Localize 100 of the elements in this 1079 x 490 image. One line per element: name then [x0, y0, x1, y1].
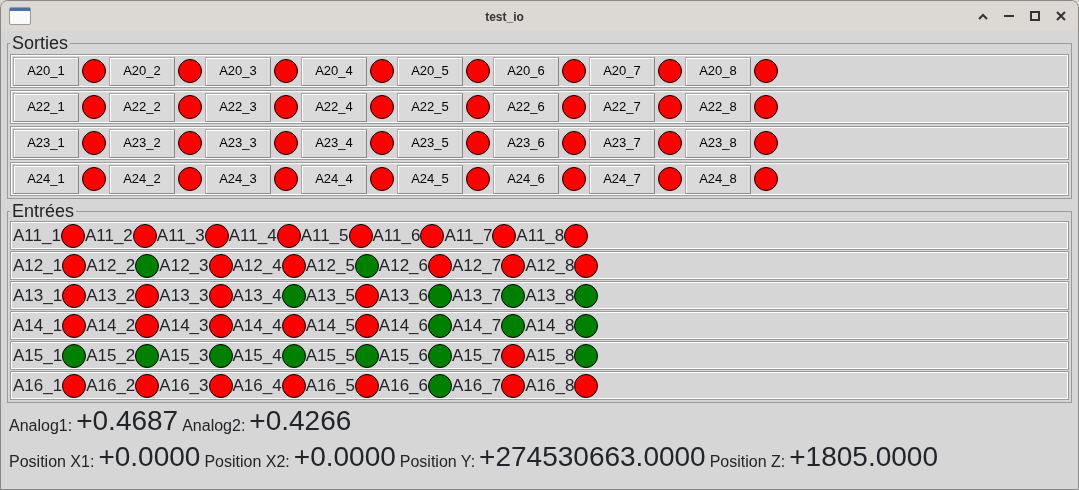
readout-value: +0.4266	[249, 407, 352, 435]
input-label: A13_3	[159, 287, 209, 304]
input-label: A12_8	[525, 257, 575, 274]
input-label: A12_1	[13, 257, 63, 274]
output-button[interactable]: A20_2	[109, 56, 175, 86]
input-label: A15_8	[525, 347, 575, 364]
input-label: A15_4	[232, 347, 282, 364]
input-label: A14_3	[159, 317, 209, 334]
input-label: A12_3	[159, 257, 209, 274]
input-label: A16_5	[305, 377, 355, 394]
input-label: A11_4	[228, 227, 277, 244]
input-label: A13_4	[232, 287, 282, 304]
output-button[interactable]: A22_1	[13, 92, 79, 122]
output-button[interactable]: A23_6	[493, 128, 559, 158]
output-button[interactable]: A22_3	[205, 92, 271, 122]
output-button[interactable]: A24_7	[589, 164, 655, 194]
input-label: A11_7	[444, 227, 493, 244]
readout-label: Analog1:	[9, 417, 73, 435]
input-label: A14_2	[86, 317, 136, 334]
output-button[interactable]: A20_7	[589, 56, 655, 86]
maximize-icon[interactable]	[978, 12, 988, 20]
output-button[interactable]: A24_5	[397, 164, 463, 194]
input-label: A16_7	[452, 377, 502, 394]
output-button[interactable]: A20_8	[685, 56, 751, 86]
output-button[interactable]: A20_4	[301, 56, 367, 86]
readout-value: +274530663.0000	[479, 443, 706, 471]
input-label: A13_2	[86, 287, 136, 304]
output-button[interactable]: A24_8	[685, 164, 751, 194]
input-label: A14_8	[525, 317, 575, 334]
input-label: A11_8	[516, 227, 565, 244]
input-label: A14_6	[378, 317, 429, 334]
readout-label: Position X1:	[9, 453, 95, 471]
output-button[interactable]: A24_1	[13, 164, 79, 194]
input-label: A15_2	[86, 347, 136, 364]
input-label: A12_5	[305, 257, 355, 274]
input-label: A11_2	[84, 227, 133, 244]
output-button[interactable]: A20_5	[397, 56, 463, 86]
readout-label: Position X2:	[204, 453, 290, 471]
input-label: A14_1	[13, 317, 63, 334]
input-label: A12_7	[452, 257, 502, 274]
input-label: A11_1	[13, 227, 61, 244]
output-button[interactable]: A22_7	[589, 92, 655, 122]
output-button[interactable]: A22_5	[397, 92, 463, 122]
input-label: A14_7	[452, 317, 502, 334]
output-button[interactable]: A22_6	[493, 92, 559, 122]
output-button[interactable]: A22_4	[301, 92, 367, 122]
input-label: A13_7	[452, 287, 502, 304]
output-button[interactable]: A20_6	[493, 56, 559, 86]
output-button[interactable]: A24_3	[205, 164, 271, 194]
output-button[interactable]: A20_3	[205, 56, 271, 86]
close-icon[interactable]	[1056, 11, 1066, 21]
input-label: A12_4	[232, 257, 282, 274]
readout-value: +0.4687	[76, 407, 179, 435]
input-label: A16_6	[378, 377, 429, 394]
input-label: A16_8	[525, 377, 575, 394]
input-label: A16_3	[159, 377, 209, 394]
window-title: test_io	[485, 10, 524, 24]
input-label: A13_6	[378, 287, 429, 304]
input-label: A13_5	[305, 287, 355, 304]
input-label: A11_5	[300, 227, 349, 244]
input-label: A15_7	[452, 347, 502, 364]
group-title: Entrées	[10, 202, 77, 220]
output-button[interactable]: A23_4	[301, 128, 367, 158]
readout-label: Position Z:	[709, 453, 786, 471]
input-label: A14_4	[232, 317, 282, 334]
output-button[interactable]: A24_2	[109, 164, 175, 194]
output-button[interactable]: A20_1	[13, 56, 79, 86]
output-button[interactable]: A23_5	[397, 128, 463, 158]
readout-value: +0.0000	[293, 443, 396, 471]
input-label: A12_2	[86, 257, 136, 274]
restore-icon[interactable]	[1030, 11, 1040, 21]
readout-value: +1805.0000	[789, 443, 938, 471]
output-button[interactable]: A22_8	[685, 92, 751, 122]
input-label: A14_5	[305, 317, 355, 334]
input-label: A11_6	[372, 227, 421, 244]
input-label: A13_8	[525, 287, 575, 304]
input-label: A15_6	[378, 347, 429, 364]
input-label: A15_5	[305, 347, 355, 364]
input-label: A15_1	[13, 347, 63, 364]
readout-label: Analog2:	[182, 417, 246, 435]
input-label: A11_3	[156, 227, 205, 244]
output-button[interactable]: A24_4	[301, 164, 367, 194]
input-label: A16_1	[13, 377, 63, 394]
input-label: A15_3	[159, 347, 209, 364]
output-button[interactable]: A23_7	[589, 128, 655, 158]
window-icon	[9, 7, 31, 25]
input-label: A12_6	[378, 257, 429, 274]
output-button[interactable]: A23_1	[13, 128, 79, 158]
output-button[interactable]: A23_8	[685, 128, 751, 158]
output-button[interactable]: A22_2	[109, 92, 175, 122]
input-label: A16_4	[232, 377, 282, 394]
readout-value: +0.0000	[98, 443, 201, 471]
minimize-icon[interactable]	[1004, 14, 1014, 18]
readout-label: Position Y:	[399, 453, 476, 471]
input-label: A13_1	[13, 287, 63, 304]
output-button[interactable]: A24_6	[493, 164, 559, 194]
output-button[interactable]: A23_3	[205, 128, 271, 158]
group-title: Sorties	[10, 34, 71, 52]
output-button[interactable]: A23_2	[109, 128, 175, 158]
input-label: A16_2	[86, 377, 136, 394]
